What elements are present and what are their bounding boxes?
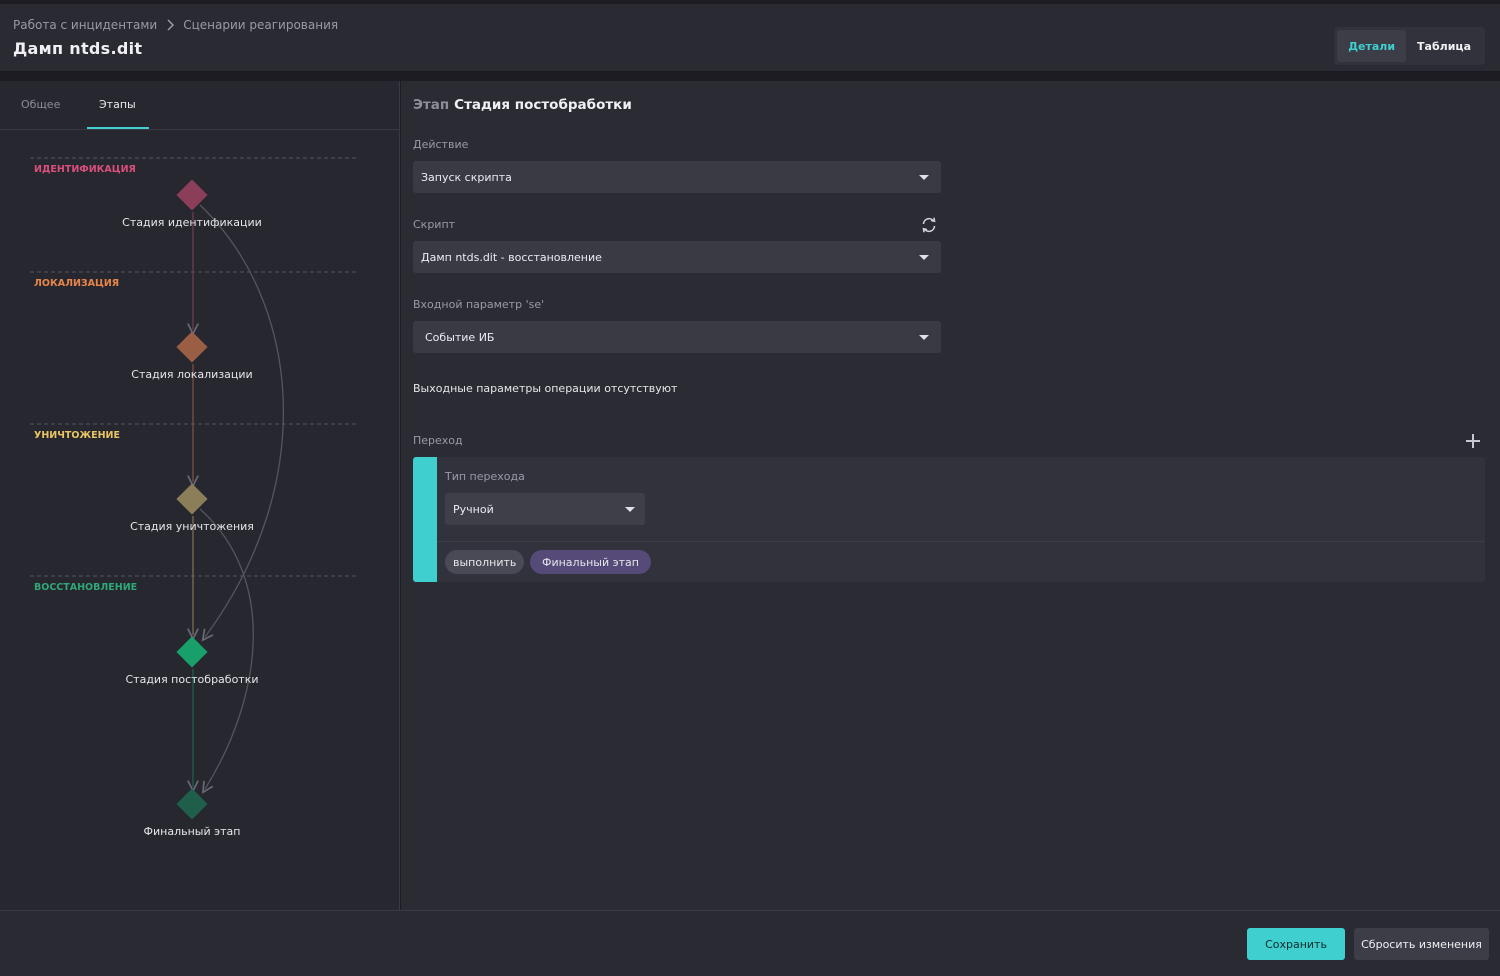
- input-param-select-value: Событие ИБ: [425, 330, 495, 344]
- refresh-icon[interactable]: [920, 216, 938, 234]
- action-select[interactable]: Запуск скрипта: [413, 161, 941, 193]
- transition-target-chip[interactable]: Финальный этап: [530, 550, 651, 574]
- add-transition-icon[interactable]: [1464, 432, 1482, 450]
- caret-down-icon: [919, 335, 929, 340]
- input-param-select[interactable]: Событие ИБ: [413, 321, 941, 353]
- stage-node-label: Стадия уничтожения: [130, 520, 254, 533]
- breadcrumb-item-incidents[interactable]: Работа с инцидентами: [13, 18, 157, 32]
- stage-node-label: Финальный этап: [144, 825, 241, 838]
- save-button[interactable]: Сохранить: [1247, 928, 1345, 960]
- stage-node-postprocessing[interactable]: [176, 636, 208, 668]
- chevron-right-icon: [167, 19, 175, 31]
- input-param-label: Входной параметр 'se': [413, 298, 545, 311]
- action-select-value: Запуск скрипта: [421, 170, 512, 184]
- transition-label: Переход: [413, 434, 463, 447]
- stage-title-name: Стадия постобработки: [454, 97, 632, 113]
- stage-node-final[interactable]: [176, 788, 208, 820]
- table-view-button[interactable]: Таблица: [1406, 30, 1482, 62]
- phase-label-identification: ИДЕНТИФИКАЦИЯ: [34, 164, 136, 175]
- panel-tabs: Общее Этапы: [0, 81, 400, 130]
- stage-node-label: Стадия идентификации: [122, 216, 262, 229]
- stage-title-prefix: Этап: [413, 97, 450, 113]
- transition-type-label: Тип перехода: [445, 470, 525, 483]
- transition-type-value: Ручной: [453, 502, 494, 516]
- stages-panel: Общее Этапы ИДЕНТИФИКАЦИЯ ЛОКАЛИЗАЦИЯ УН…: [0, 81, 400, 910]
- caret-down-icon: [625, 507, 635, 512]
- breadcrumb-item-scenarios[interactable]: Сценарии реагирования: [183, 18, 338, 32]
- transition-action-chip[interactable]: выполнить: [445, 550, 525, 574]
- tab-stages[interactable]: Этапы: [99, 98, 136, 111]
- output-params-note: Выходные параметры операции отсутствуют: [413, 382, 678, 395]
- tab-general[interactable]: Общее: [21, 98, 60, 111]
- edge: [199, 508, 254, 789]
- view-toggle: Детали Таблица: [1334, 27, 1485, 65]
- stage-title: Этап Стадия постобработки: [413, 97, 632, 113]
- caret-down-icon: [919, 255, 929, 260]
- script-select-value: Дамп ntds.dit - восстановление: [421, 250, 602, 264]
- transition-accent-bar: [413, 457, 437, 582]
- divider: [437, 541, 1485, 542]
- phase-label-recovery: ВОССТАНОВЛЕНИЕ: [34, 582, 137, 593]
- stage-node-localization[interactable]: [176, 331, 208, 363]
- phase-label-destruction: УНИЧТОЖЕНИЕ: [34, 430, 120, 441]
- edge: [199, 204, 285, 637]
- stage-flow-diagram: ИДЕНТИФИКАЦИЯ ЛОКАЛИЗАЦИЯ УНИЧТОЖЕНИЕ ВО…: [30, 157, 356, 838]
- page-header: Работа с инцидентами Сценарии реагирован…: [0, 4, 1500, 72]
- stage-details-panel: Этап Стадия постобработки Действие Запуск…: [401, 81, 1500, 910]
- details-view-button[interactable]: Детали: [1337, 30, 1407, 62]
- stage-node-destruction[interactable]: [176, 483, 208, 515]
- stage-node-identification[interactable]: [176, 179, 208, 211]
- breadcrumb: Работа с инцидентами Сценарии реагирован…: [13, 18, 338, 32]
- footer-bar: Сохранить Сбросить изменения: [0, 910, 1500, 976]
- page-title: Дамп ntds.dit: [13, 39, 143, 58]
- caret-down-icon: [919, 175, 929, 180]
- transition-type-select[interactable]: Ручной: [445, 493, 645, 525]
- phase-label-localization: ЛОКАЛИЗАЦИЯ: [34, 278, 119, 289]
- stage-node-label: Стадия постобработки: [125, 673, 258, 686]
- action-label: Действие: [413, 138, 469, 151]
- stage-node-label: Стадия локализации: [131, 368, 252, 381]
- script-label: Скрипт: [413, 218, 456, 231]
- script-select[interactable]: Дамп ntds.dit - восстановление: [413, 241, 941, 273]
- transition-card: Тип перехода Ручной выполнить Финальный …: [413, 457, 1485, 582]
- active-tab-indicator: [87, 127, 149, 129]
- reset-changes-button[interactable]: Сбросить изменения: [1354, 928, 1489, 960]
